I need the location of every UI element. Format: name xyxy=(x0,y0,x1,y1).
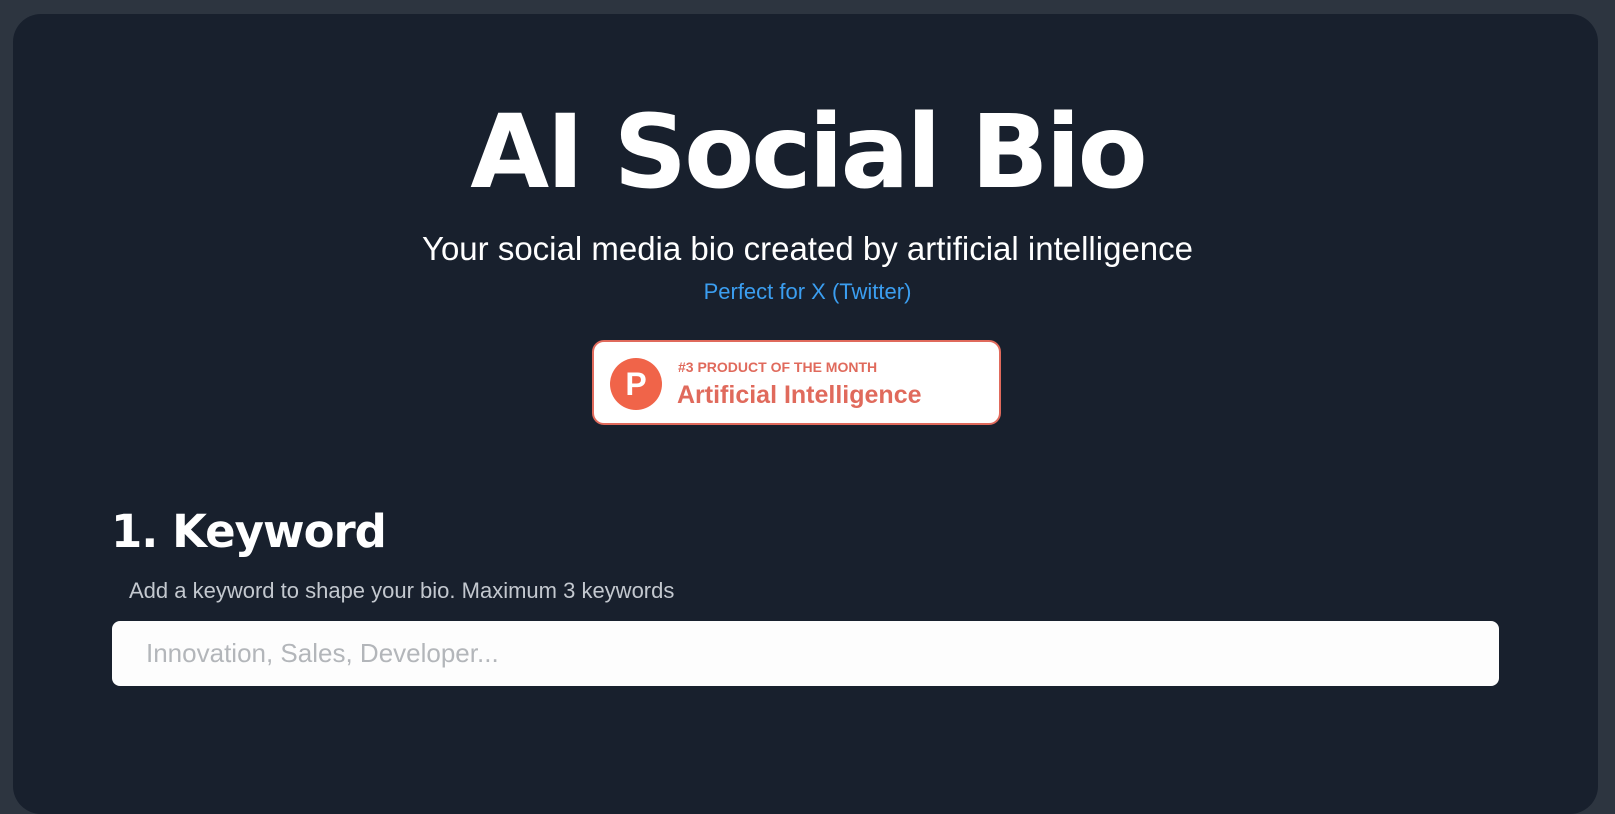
page-title: AI Social Bio xyxy=(470,93,1147,212)
badge-category-label: Artificial Intelligence xyxy=(677,381,922,409)
product-hunt-logo-icon: P xyxy=(610,358,662,410)
keyword-input[interactable] xyxy=(112,621,1499,686)
product-hunt-badge[interactable]: P #3 PRODUCT OF THE MONTH Artificial Int… xyxy=(592,340,1001,425)
keyword-section-heading: 1. Keyword xyxy=(111,505,387,558)
page-subtitle: Your social media bio created by artific… xyxy=(421,230,1194,267)
platform-tagline: Perfect for X (Twitter) xyxy=(703,279,912,304)
badge-rank-label: #3 PRODUCT OF THE MONTH xyxy=(678,359,878,375)
keyword-help-text: Add a keyword to shape your bio. Maximum… xyxy=(129,578,675,603)
